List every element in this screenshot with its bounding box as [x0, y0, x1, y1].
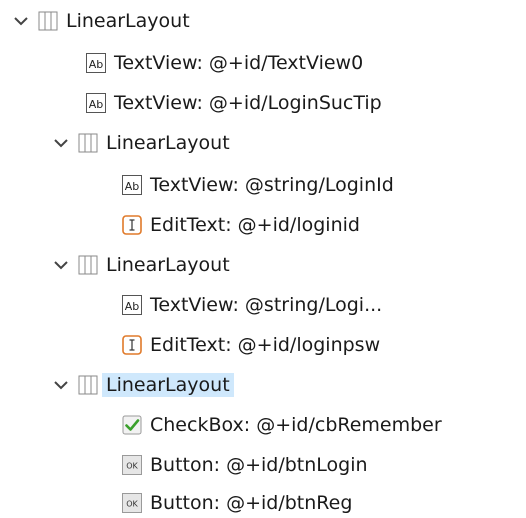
- tree-node-button[interactable]: OK Button: @+id/btnLogin: [122, 450, 368, 480]
- linearlayout-icon: [78, 255, 98, 275]
- svg-text:OK: OK: [126, 462, 138, 471]
- tree-node-label: TextView: @string/Logi...: [150, 294, 383, 316]
- tree-node-label: LinearLayout: [106, 254, 230, 276]
- edittext-icon: [122, 335, 142, 355]
- tree-node-textview[interactable]: Ab TextView: @+id/LoginSucTip: [86, 88, 382, 118]
- textview-icon: Ab: [86, 53, 106, 73]
- tree-node-label: Button: @+id/btnReg: [150, 492, 353, 514]
- tree-node-button[interactable]: OK Button: @+id/btnReg: [122, 488, 352, 518]
- tree-node-label: EditText: @+id/loginpsw: [150, 334, 381, 356]
- tree-node-textview[interactable]: Ab TextView: @string/Logi...: [122, 290, 382, 320]
- tree-node-label: TextView: @+id/TextView0: [114, 52, 364, 74]
- button-ok-icon: OK: [122, 455, 142, 475]
- edittext-icon: [122, 215, 142, 235]
- chevron-down-icon[interactable]: [52, 256, 70, 274]
- tree-node-linearlayout[interactable]: LinearLayout: [52, 128, 230, 158]
- svg-text:Ab: Ab: [89, 58, 104, 71]
- tree-node-label: CheckBox: @+id/cbRemember: [150, 414, 442, 436]
- tree-node-label: Button: @+id/btnLogin: [150, 454, 368, 476]
- tree-node-textview[interactable]: Ab TextView: @string/LoginId: [122, 170, 394, 200]
- tree-node-label: TextView: @+id/LoginSucTip: [114, 92, 382, 114]
- textview-icon: Ab: [122, 175, 142, 195]
- button-ok-icon: OK: [122, 493, 142, 513]
- tree-node-textview[interactable]: Ab TextView: @+id/TextView0: [86, 48, 363, 78]
- tree-node-label: LinearLayout: [106, 132, 230, 154]
- tree-node-edittext[interactable]: EditText: @+id/loginpsw: [122, 330, 380, 360]
- svg-text:Ab: Ab: [125, 300, 140, 313]
- layout-tree: LinearLayout Ab TextView: @+id/TextView0…: [0, 0, 526, 517]
- chevron-down-icon[interactable]: [52, 376, 70, 394]
- tree-node-checkbox[interactable]: CheckBox: @+id/cbRemember: [122, 410, 442, 440]
- textview-icon: Ab: [122, 295, 142, 315]
- svg-text:Ab: Ab: [89, 98, 104, 111]
- linearlayout-icon: [78, 133, 98, 153]
- chevron-down-icon[interactable]: [52, 134, 70, 152]
- tree-node-label: LinearLayout: [102, 373, 234, 397]
- tree-node-linearlayout-selected[interactable]: LinearLayout: [52, 370, 234, 400]
- tree-node-linearlayout[interactable]: LinearLayout: [52, 250, 230, 280]
- checkbox-icon: [122, 415, 142, 435]
- svg-text:OK: OK: [126, 500, 138, 509]
- chevron-down-icon[interactable]: [12, 12, 30, 30]
- textview-icon: Ab: [86, 93, 106, 113]
- linearlayout-icon: [38, 11, 58, 31]
- tree-node-root-linearlayout[interactable]: LinearLayout: [12, 6, 190, 36]
- svg-text:Ab: Ab: [125, 180, 140, 193]
- tree-node-edittext[interactable]: EditText: @+id/loginid: [122, 210, 360, 240]
- tree-node-label: TextView: @string/LoginId: [150, 174, 394, 196]
- tree-node-label: LinearLayout: [66, 10, 190, 32]
- tree-node-label: EditText: @+id/loginid: [150, 214, 360, 236]
- linearlayout-icon: [78, 375, 98, 395]
